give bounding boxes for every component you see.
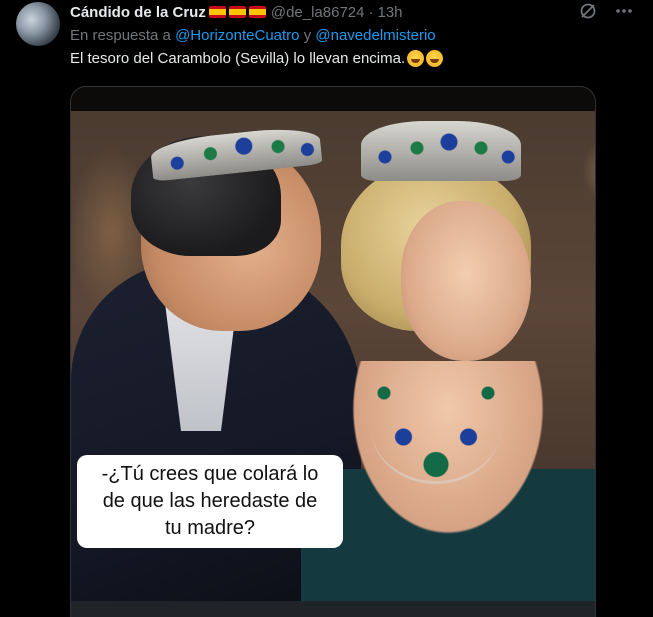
reply-context: En respuesta a @HorizonteCuatro y @naved…: [70, 27, 436, 44]
author-name[interactable]: Cándido de la Cruz: [70, 4, 206, 21]
reply-mention-1[interactable]: @HorizonteCuatro: [175, 27, 299, 44]
timestamp[interactable]: 13h: [377, 4, 402, 21]
caption-line: -¿Tú crees que colará lo: [101, 463, 319, 485]
rolling-on-floor-laughing-icon: [426, 50, 444, 67]
media-photo: -¿Tú crees que colará lo de que las here…: [71, 111, 595, 601]
caption-line: de que las heredaste de: [102, 490, 318, 512]
tweet-text: El tesoro del Carambolo (Sevilla) lo lle…: [70, 50, 406, 67]
rolling-on-floor-laughing-icon: [407, 50, 425, 67]
author-handle[interactable]: @de_la86724: [271, 4, 365, 21]
tiara-icon: [361, 121, 521, 181]
tweet-header: Cándido de la Cruz @de_la86724 · 13h: [70, 2, 403, 22]
more-options-icon[interactable]: [613, 0, 635, 22]
reply-joiner: y: [303, 27, 312, 44]
tweet-text-row: El tesoro del Carambolo (Sevilla) lo lle…: [70, 50, 444, 67]
spain-flag-icon: [228, 6, 246, 18]
separator-dot: ·: [368, 3, 374, 21]
grok-icon[interactable]: [577, 0, 599, 22]
avatar[interactable]: [16, 2, 60, 46]
reply-mention-2[interactable]: @navedelmisterio: [315, 27, 435, 44]
spain-flag-icon: [248, 6, 266, 18]
reply-prefix: En respuesta a: [70, 27, 171, 44]
tweet-actions: [577, 0, 635, 22]
necklace-icon: [371, 371, 501, 484]
tweet: Cándido de la Cruz @de_la86724 · 13h En …: [0, 0, 653, 617]
media-footer: [71, 601, 595, 617]
tweet-media[interactable]: -¿Tú crees que colará lo de que las here…: [70, 86, 596, 617]
meme-caption: -¿Tú crees que colará lo de que las here…: [77, 455, 343, 548]
spain-flag-icon: [208, 6, 226, 18]
caption-line: tu madre?: [164, 517, 256, 539]
